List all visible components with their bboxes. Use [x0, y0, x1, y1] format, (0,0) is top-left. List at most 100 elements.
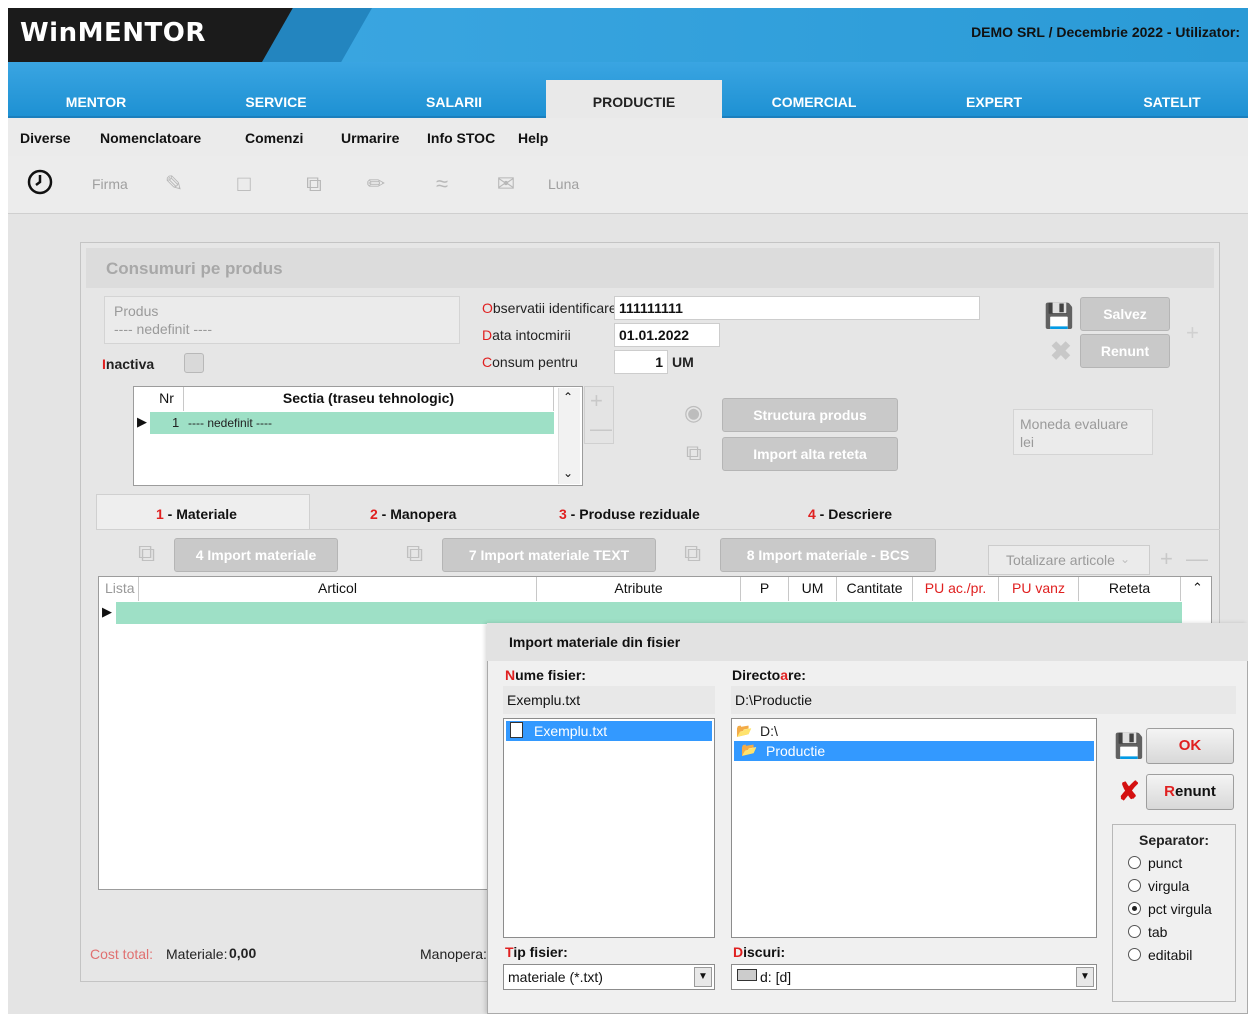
modify-document-icon[interactable]: ✏ [360, 168, 392, 200]
moneda-value: lei [1020, 434, 1035, 450]
copy-document-icon[interactable]: ⧉ [298, 168, 330, 200]
sectie-nr: 1 [172, 415, 180, 430]
ok-button[interactable]: OK [1146, 728, 1234, 764]
mail-icon[interactable]: ✉ [490, 168, 522, 200]
import-bcs-button[interactable]: 8 Import materiale - BCS [720, 538, 936, 572]
column-header[interactable]: Atribute [537, 577, 741, 601]
renunt-button[interactable]: Renunt [1080, 334, 1170, 368]
renunt-dialog-button[interactable]: Renunt [1146, 774, 1234, 810]
scroll-up-icon[interactable]: ⌃ [563, 390, 573, 404]
materiale-total-value: 0,00 [229, 945, 257, 961]
dialog-title: Import materiale din fisier [509, 634, 681, 650]
column-header[interactable]: Sectia (traseu tehnologic) [184, 387, 554, 411]
salvez-button[interactable]: Salvez [1080, 297, 1170, 331]
minus-icon[interactable]: — [1186, 546, 1208, 572]
files-listbox[interactable] [503, 718, 715, 938]
radio-punct[interactable] [1128, 856, 1141, 869]
radio-virgula[interactable] [1128, 879, 1141, 892]
observatii-input[interactable]: 111111111 [614, 296, 980, 320]
menu-urmarire[interactable]: Urmarire [341, 130, 399, 146]
company-period-label: DEMO SRL / Decembrie 2022 - Utilizator: [971, 24, 1240, 40]
menu-nomenclatoare[interactable]: Nomenclatoare [100, 130, 201, 146]
consum-pentru-input[interactable]: 1 [614, 350, 668, 374]
column-header[interactable]: Cantitate [837, 577, 913, 601]
discuri-value: d: [d] [760, 969, 792, 985]
import-text-button[interactable]: 7 Import materiale TEXT [442, 538, 656, 572]
tab-descriere[interactable]: 4 - Descriere [808, 506, 892, 522]
import-reteta-button[interactable]: Import alta reteta [722, 437, 898, 471]
dialog-title-bar: Import materiale din fisier [487, 623, 1248, 661]
column-header[interactable]: Articol [139, 577, 537, 601]
nume-fisier-label: Nume fisier: [505, 667, 586, 683]
menu-info-stoc[interactable]: Info STOC [427, 130, 495, 146]
tab-materiale[interactable]: 1 - Materiale [156, 506, 237, 522]
binoculars-icon: ◉ [684, 400, 704, 425]
main-tab-bar: MENTOR SERVICE SALARII PRODUCTIE COMERCI… [8, 62, 1248, 118]
structura-produs-button[interactable]: Structura produs [722, 398, 898, 432]
column-header[interactable]: PU vanz [999, 577, 1079, 601]
tab-produse-reziduale[interactable]: 3 - Produse reziduale [559, 506, 700, 522]
toolbar-luna-label[interactable]: Luna [548, 176, 579, 192]
new-document-icon[interactable]: □ [228, 168, 260, 200]
nume-fisier-input[interactable]: Exemplu.txt [503, 686, 715, 714]
tab-productie[interactable]: PRODUCTIE [546, 80, 722, 118]
import-materiale-button[interactable]: 4 Import materiale [174, 538, 338, 572]
clock-icon[interactable] [24, 168, 56, 200]
cancel-icon[interactable]: ✖ [1050, 336, 1072, 367]
column-header[interactable]: Nr [150, 387, 184, 411]
consum-unit: UM [672, 354, 694, 370]
scroll-up-icon[interactable]: ⌃ [1192, 580, 1203, 596]
tab-comercial[interactable]: COMERCIAL [726, 90, 902, 118]
column-header[interactable]: UM [789, 577, 837, 601]
menu-help[interactable]: Help [518, 130, 548, 146]
tab-mentor[interactable]: MENTOR [8, 90, 184, 118]
inactiva-checkbox[interactable] [184, 353, 204, 373]
tab-expert[interactable]: EXPERT [906, 90, 1082, 118]
plus-icon[interactable]: + [1186, 320, 1199, 346]
import-file-icon: ⧉ [138, 540, 156, 567]
discuri-label: Discuri: [733, 944, 786, 960]
tab-manopera[interactable]: 2 - Manopera [370, 506, 456, 522]
tab-separator [96, 529, 1220, 530]
produs-label: Produs [114, 303, 159, 319]
plus-icon[interactable]: + [1160, 546, 1173, 572]
minus-icon[interactable]: — [590, 416, 612, 442]
column-header[interactable]: PU ac./pr. [913, 577, 999, 601]
consumuri-title-bar: Consumuri pe produs [86, 248, 1214, 288]
dropdown-arrow-icon[interactable]: ▼ [1076, 967, 1094, 987]
directoare-path: D:\Productie [731, 686, 1236, 714]
radio-editabil[interactable] [1128, 948, 1141, 961]
column-header[interactable]: Reteta [1079, 577, 1181, 601]
tab-salarii[interactable]: SALARII [366, 90, 542, 118]
tab-satelit[interactable]: SATELIT [1084, 90, 1248, 118]
signals-icon[interactable]: ≈ [426, 168, 458, 200]
table-row[interactable] [116, 602, 1182, 624]
dropdown-arrow-icon[interactable]: ▼ [694, 967, 712, 987]
chevron-down-icon: ⌄ [1120, 552, 1131, 566]
column-header[interactable]: P [741, 577, 789, 601]
scroll-down-icon[interactable]: ⌄ [563, 466, 573, 480]
toolbar-firma-label[interactable]: Firma [92, 176, 128, 192]
plus-icon[interactable]: + [590, 388, 603, 414]
data-intocmirii-label: Data intocmirii [482, 327, 571, 343]
tab-service[interactable]: SERVICE [188, 90, 364, 118]
open-folder-icon: 📂 [736, 723, 753, 738]
data-intocmirii-input[interactable]: 01.01.2022 [614, 323, 720, 347]
discuri-select[interactable]: d: [d] ▼ [731, 964, 1097, 990]
column-header[interactable]: Lista [99, 577, 139, 601]
radio-pct-virgula[interactable] [1128, 902, 1141, 915]
radio-label: punct [1148, 855, 1183, 871]
import-file-icon: ⧉ [406, 540, 424, 567]
drive-icon [737, 969, 757, 981]
menu-comenzi[interactable]: Comenzi [245, 130, 303, 146]
radio-tab[interactable] [1128, 925, 1141, 938]
produs-value: ---- nedefinit ---- [114, 321, 213, 337]
dir-item-selected[interactable]: Productie [734, 741, 1094, 761]
tip-fisier-select[interactable]: materiale (*.txt) ▼ [503, 964, 715, 990]
dir-item-root[interactable]: D:\ [760, 723, 778, 739]
consum-pentru-label: Consum pentru [482, 354, 578, 370]
edit-document-icon[interactable]: ✎ [158, 168, 190, 200]
menu-diverse[interactable]: Diverse [20, 130, 71, 146]
save-icon[interactable]: 💾 [1044, 302, 1074, 331]
file-item[interactable]: Exemplu.txt [506, 721, 712, 741]
